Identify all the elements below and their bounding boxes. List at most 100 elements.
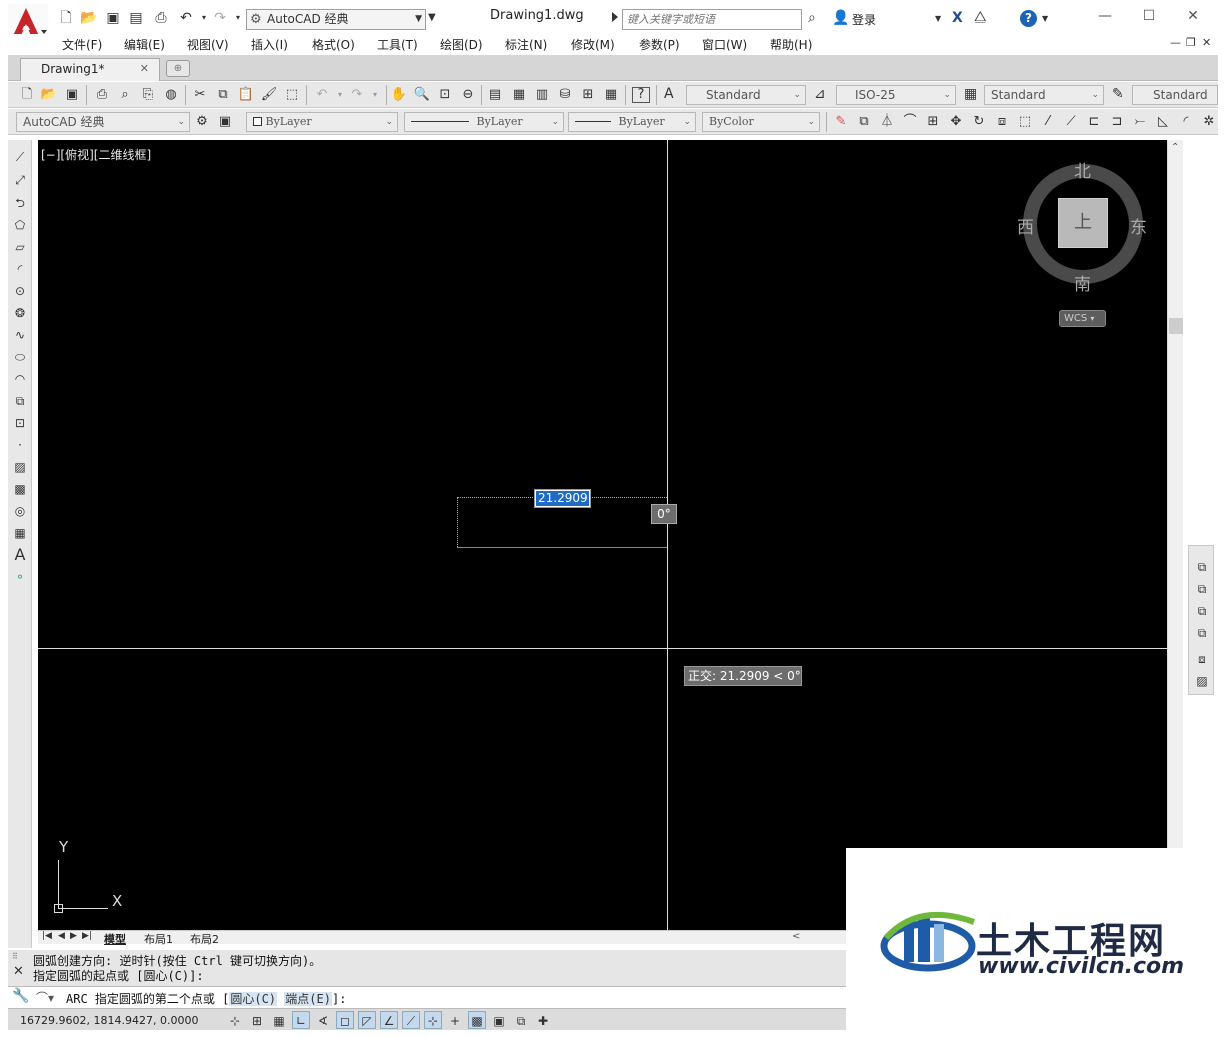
close-icon[interactable]: ✕ — [13, 964, 24, 979]
help-icon[interactable]: ? — [632, 87, 650, 103]
color-select[interactable]: ByColor ⌄ — [702, 112, 820, 132]
rectangle-icon[interactable]: ▱ — [11, 238, 29, 256]
region-icon[interactable]: ◎ — [11, 502, 29, 520]
paste-icon[interactable]: 📋 — [237, 86, 255, 104]
lineweight-display-icon[interactable]: + — [446, 1011, 464, 1029]
print-icon[interactable]: ⎙ — [153, 10, 169, 26]
sheet-set-icon[interactable]: ⛁ — [556, 86, 574, 104]
offset-icon[interactable]: ⌒ — [901, 113, 919, 131]
help-dropdown-icon[interactable]: ▼ — [1042, 14, 1048, 23]
zoom-previous-icon[interactable]: ⊖ — [459, 86, 477, 104]
quick-properties-icon[interactable]: ▣ — [490, 1011, 508, 1029]
doc-restore-icon[interactable]: ❐ — [1186, 36, 1196, 49]
gradient-icon[interactable]: ▩ — [11, 480, 29, 498]
command-line[interactable]: 🔧 ⌒▾ ARC 指定圆弧的第二个点或 [圆心(C) 端点(E)]: — [8, 986, 846, 1008]
drawing-canvas[interactable]: [−][俯视][二维线框] 21.2909 0° 正交: 21.2909 < 0… — [38, 140, 1167, 930]
annotation-monitor-icon[interactable]: ✚ — [534, 1011, 552, 1029]
menu-insert[interactable]: 插入(I) — [251, 36, 288, 53]
search-input[interactable] — [622, 9, 802, 30]
rotate-icon[interactable]: ↻ — [970, 113, 988, 131]
save-icon[interactable]: ▣ — [105, 10, 121, 26]
viewcube-top-face[interactable]: 上 — [1058, 198, 1108, 248]
next-layout-icon[interactable]: ▶ — [70, 931, 77, 941]
match-properties-icon[interactable]: 🖌 — [260, 86, 278, 104]
tab-layout2[interactable]: 布局2 — [190, 931, 219, 947]
ellipse-arc-icon[interactable]: ◠ — [11, 370, 29, 388]
make-block-icon[interactable]: ⊡ — [11, 414, 29, 432]
menu-parametric[interactable]: 参数(P) — [639, 36, 680, 53]
viewcube-north[interactable]: 北 — [1074, 157, 1091, 182]
array-icon[interactable]: ⊞ — [924, 113, 942, 131]
move-icon[interactable]: ✥ — [947, 113, 965, 131]
wcs-menu-button[interactable]: WCS ▾ — [1059, 310, 1106, 327]
insert-block-icon[interactable]: ⧉ — [11, 392, 29, 410]
viewcube-east[interactable]: 东 — [1130, 213, 1147, 238]
save-as-icon[interactable]: ▤ — [128, 10, 144, 26]
mleader-style-icon[interactable]: ✎ — [1112, 86, 1124, 102]
scroll-left-icon[interactable]: < — [792, 931, 800, 942]
trim-icon[interactable]: ⁄ — [1039, 113, 1057, 131]
hatch-icon[interactable]: ▨ — [11, 458, 29, 476]
menu-window[interactable]: 窗口(W) — [702, 36, 747, 53]
block-editor-icon[interactable]: ⬚ — [283, 86, 301, 104]
new-tab-button[interactable]: ⊕ — [166, 60, 190, 77]
last-layout-icon[interactable]: ▶| — [82, 931, 92, 941]
tab-layout1[interactable]: 布局1 — [144, 931, 173, 947]
menu-edit[interactable]: 编辑(E) — [124, 36, 165, 53]
text-style-select[interactable]: Standard ⌄ — [686, 85, 806, 105]
redo-dropdown-icon[interactable]: ▾ — [366, 86, 384, 104]
polar-tracking-icon[interactable]: ∢ — [314, 1011, 332, 1029]
multiline-text-icon[interactable]: A — [11, 546, 29, 564]
break-at-point-icon[interactable]: ⊐ — [1108, 113, 1126, 131]
circle-icon[interactable]: ⊙ — [11, 282, 29, 300]
login-button[interactable]: 登录 — [852, 11, 876, 28]
markup-icon[interactable]: ⊞ — [579, 86, 597, 104]
print-icon[interactable]: ⎙ — [93, 86, 111, 104]
menu-view[interactable]: 视图(V) — [187, 36, 229, 53]
publish-web-icon[interactable]: ◍ — [162, 86, 180, 104]
menu-tools[interactable]: 工具(T) — [377, 36, 418, 53]
erase-icon[interactable]: ✎ — [832, 113, 850, 131]
snap-mode-icon[interactable]: ⊞ — [248, 1011, 266, 1029]
doc-minimize-icon[interactable]: — — [1170, 36, 1181, 49]
spline-icon[interactable]: ∿ — [11, 326, 29, 344]
dynamic-input-icon[interactable]: ⊹ — [424, 1011, 442, 1029]
zoom-window-icon[interactable]: ⊡ — [436, 86, 454, 104]
arc-command-icon[interactable]: ⌒▾ — [36, 989, 54, 1006]
new-file-icon[interactable]: 🗋 — [58, 10, 74, 26]
maximize-icon[interactable]: ☐ — [1134, 6, 1164, 26]
minimize-icon[interactable]: — — [1090, 6, 1120, 26]
selection-cycling-icon[interactable]: ⧉ — [512, 1011, 530, 1029]
publish-icon[interactable]: ⎘ — [139, 86, 157, 104]
menu-format[interactable]: 格式(O) — [312, 36, 355, 53]
bring-to-front-icon[interactable]: ⧉ — [1193, 558, 1211, 576]
polyline-icon[interactable]: ⮌ — [11, 194, 29, 212]
lineweight-select[interactable]: ByLayer ⌄ — [568, 112, 696, 132]
copy-icon[interactable]: ⧉ — [214, 86, 232, 104]
construction-line-icon[interactable]: ⤢ — [11, 171, 29, 189]
table-style-select[interactable]: Standard ⌄ — [984, 85, 1104, 105]
table-icon[interactable]: ▦ — [11, 524, 29, 542]
close-icon[interactable]: ✕ — [140, 62, 149, 75]
linetype-select[interactable]: ByLayer ⌄ — [404, 112, 564, 132]
dim-style-select[interactable]: ISO-25 ⌄ — [836, 85, 956, 105]
first-layout-icon[interactable]: |◀ — [42, 931, 52, 941]
undo-icon[interactable]: ↶ — [313, 86, 331, 104]
search-expand-icon[interactable] — [612, 12, 618, 22]
ellipse-icon[interactable]: ⬭ — [11, 348, 29, 366]
calculator-icon[interactable]: ▦ — [602, 86, 620, 104]
break-icon[interactable]: ⊏ — [1085, 113, 1103, 131]
wrench-icon[interactable]: 🔧 — [12, 988, 29, 1004]
viewport-controls[interactable]: [−][俯视][二维线框] — [41, 146, 151, 163]
menu-dimension[interactable]: 标注(N) — [505, 36, 547, 53]
text-to-front-icon[interactable]: ⧈ — [1193, 650, 1211, 668]
menu-draw[interactable]: 绘图(D) — [440, 36, 483, 53]
workspace-combo[interactable]: AutoCAD 经典 ⌄ — [16, 112, 190, 132]
bring-above-icon[interactable]: ⧉ — [1193, 602, 1211, 620]
tool-palettes-icon[interactable]: ▥ — [533, 86, 551, 104]
file-tab-drawing1[interactable]: Drawing1* ✕ — [20, 58, 160, 81]
grip-icon[interactable]: ⠿ — [12, 952, 18, 961]
redo-icon[interactable]: ↷ — [348, 86, 366, 104]
tab-model[interactable]: 模型 — [104, 931, 126, 947]
line-icon[interactable]: ⟋ — [11, 148, 29, 166]
